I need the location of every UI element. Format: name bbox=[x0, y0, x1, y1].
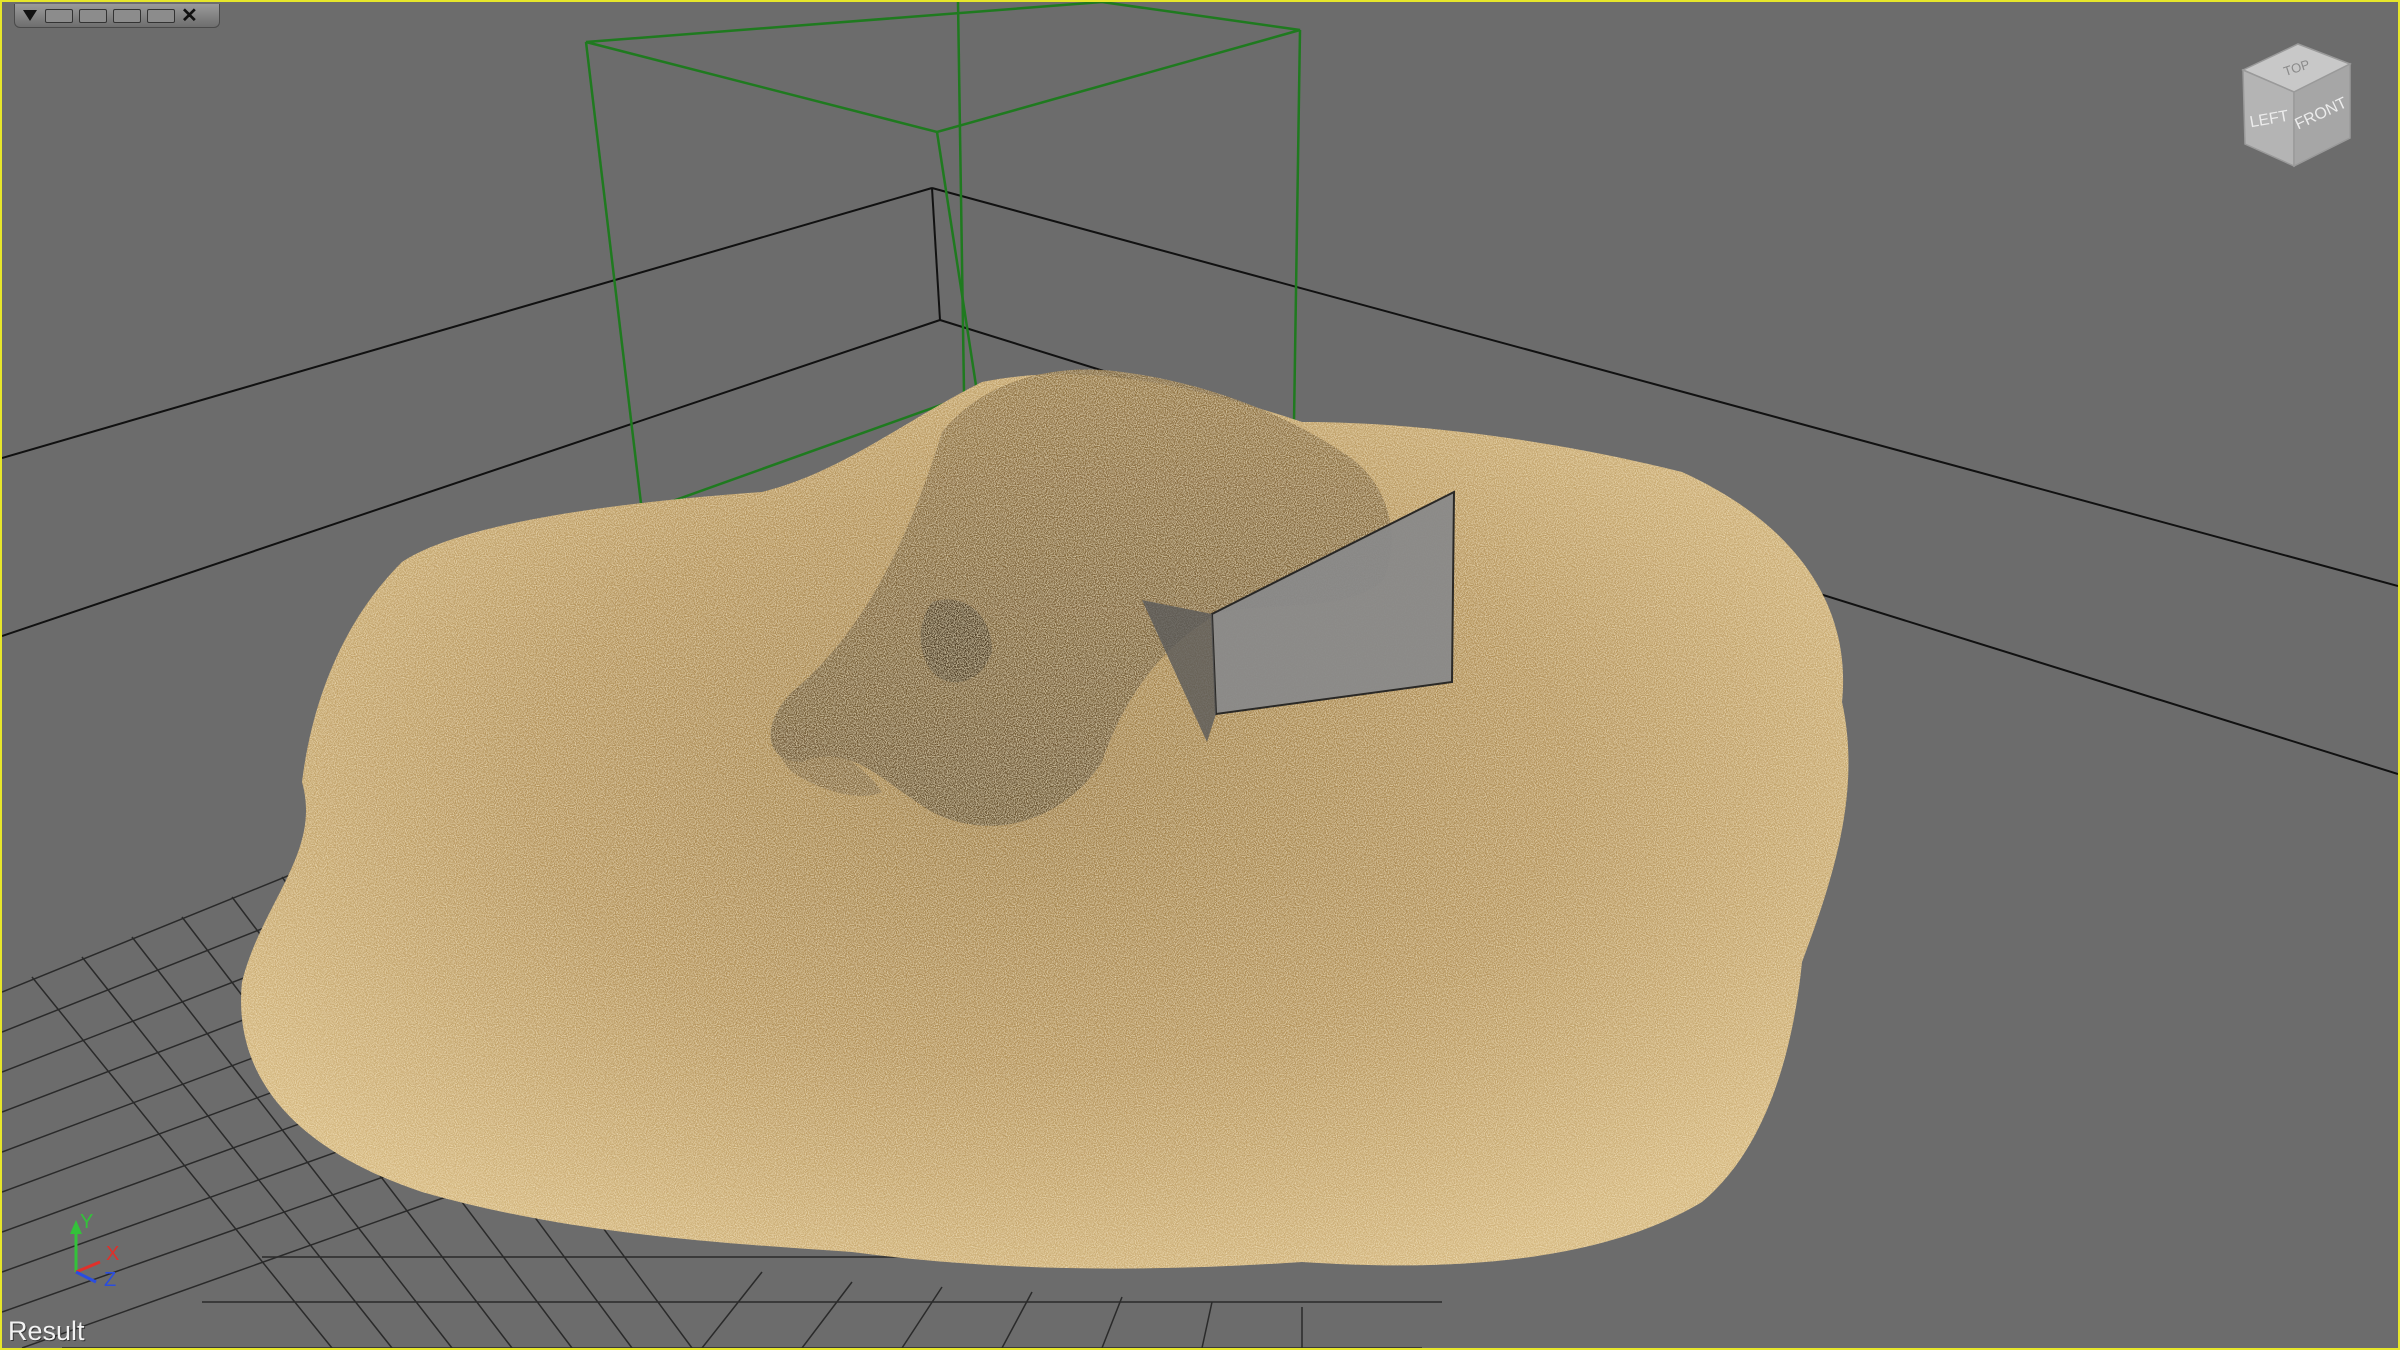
close-icon[interactable]: ✕ bbox=[181, 6, 198, 26]
viewport-label[interactable]: Result bbox=[8, 1316, 85, 1346]
scene-canvas[interactable] bbox=[2, 2, 2398, 1348]
viewcube[interactable]: TOP LEFT FRONT bbox=[2228, 34, 2368, 174]
viewport-toolbar-slot[interactable] bbox=[79, 8, 107, 23]
axis-x-label: X bbox=[106, 1243, 119, 1265]
viewport-toolbar-slot[interactable] bbox=[147, 8, 175, 23]
viewport-toolbar-slot[interactable] bbox=[45, 8, 73, 23]
axis-tripod: Y X Z bbox=[70, 1211, 119, 1290]
triangle-down-icon[interactable] bbox=[23, 10, 37, 21]
perspective-viewport[interactable]: ✕ TOP LEFT FRONT Y X Z Result bbox=[0, 0, 2400, 1350]
axis-z-label: Z bbox=[104, 1269, 116, 1290]
viewport-mini-toolbar: ✕ bbox=[14, 4, 220, 28]
sand-particles bbox=[241, 369, 1849, 1269]
viewport-toolbar-slot[interactable] bbox=[113, 8, 141, 23]
axis-y-label: Y bbox=[80, 1211, 93, 1233]
